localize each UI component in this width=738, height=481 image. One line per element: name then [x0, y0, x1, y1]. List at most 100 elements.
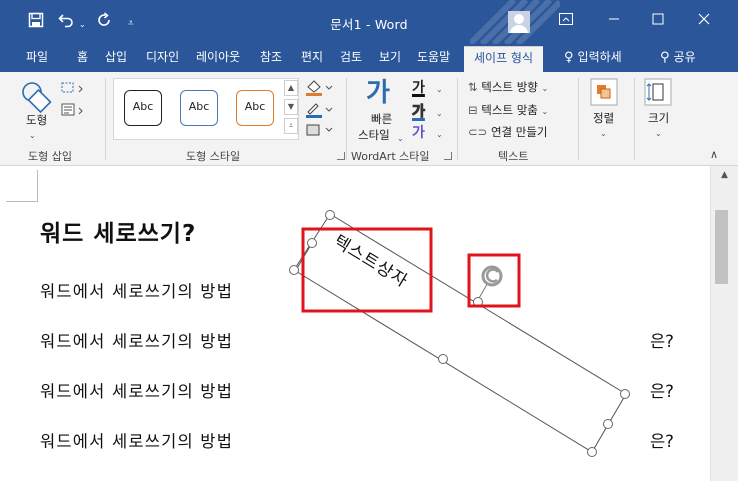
body-line-4[interactable]: 워드에서 세로쓰기의 방법 — [40, 428, 233, 452]
body-line-3-trailing[interactable]: 은? — [650, 378, 674, 402]
tab-file[interactable]: 파일 — [26, 49, 48, 65]
edit-shape-button[interactable] — [60, 80, 86, 99]
shape-effects-button[interactable] — [304, 122, 334, 142]
shapes-dropdown-icon[interactable]: ⌄ — [29, 131, 36, 140]
minimize-icon[interactable] — [604, 11, 624, 31]
text-direction-label: 텍스트 방향 — [481, 80, 538, 94]
collapse-ribbon-icon[interactable]: ∧ — [710, 148, 718, 162]
tab-view[interactable]: 보기 — [379, 49, 401, 65]
text-effects-icon: 가 — [412, 125, 425, 141]
shape-outline-button[interactable] — [304, 100, 334, 122]
scroll-thumb[interactable] — [715, 210, 728, 284]
vertical-scrollbar[interactable]: ▲ — [710, 166, 738, 481]
resize-handle-bottom[interactable] — [587, 447, 597, 457]
align-text-icon: ⊟ — [468, 103, 478, 117]
body-line-2[interactable]: 워드에서 세로쓰기의 방법 — [40, 328, 233, 352]
document-page[interactable]: 워드 세로쓰기? 워드에서 세로쓰기의 방법 워드에서 세로쓰기의 방법 워드에… — [0, 166, 710, 481]
body-line-3[interactable]: 워드에서 세로쓰기의 방법 — [40, 378, 233, 402]
ribbon-tabs: 파일 홈 삽입 디자인 레이아웃 참조 편지 검토 보기 도움말 세이프 형식 … — [0, 44, 738, 72]
text-outline-button[interactable]: 가 ⌄ — [412, 101, 443, 121]
draw-textbox-button[interactable] — [60, 102, 86, 121]
resize-handle-top-left[interactable] — [307, 238, 317, 248]
close-icon[interactable] — [694, 11, 714, 31]
text-direction-button[interactable]: ⇅ 텍스트 방향 ⌄ — [468, 80, 548, 96]
tab-layout[interactable]: 레이아웃 — [196, 49, 240, 65]
text-outline-dropdown-icon[interactable]: ⌄ — [436, 109, 443, 118]
ribbon: 도형 ⌄ 도형 삽입 Abc Abc Abc ▲ ▼ ⩡ 도형 스타일 가 빠른… — [0, 72, 738, 166]
shapes-label: 도형 — [26, 113, 48, 127]
shape-styles-group-label: 도형 스타일 — [186, 150, 241, 163]
wordart-launcher-icon[interactable] — [444, 152, 452, 160]
size-dropdown-icon[interactable]: ⌄ — [655, 129, 662, 138]
align-text-label: 텍스트 맞춤 — [481, 103, 538, 117]
tab-mailings[interactable]: 편지 — [301, 49, 323, 65]
tab-insert[interactable]: 삽입 — [105, 49, 127, 65]
gallery-more-icon[interactable]: ⩡ — [284, 118, 298, 134]
resize-handle-bottom-mid[interactable] — [438, 354, 448, 364]
text-direction-dropdown-icon: ⌄ — [541, 84, 549, 93]
align-text-dropdown-icon: ⌄ — [541, 107, 549, 116]
tab-help[interactable]: 도움말 — [417, 49, 450, 65]
title-bar: ⌄ ⩡ 문서1 - Word — [0, 0, 738, 44]
resize-handle-bottom-right[interactable] — [603, 419, 613, 429]
person-icon: ⚲ — [660, 50, 670, 65]
avatar[interactable] — [508, 11, 530, 33]
size-button[interactable] — [644, 78, 672, 110]
quick-styles-button[interactable]: 가 — [366, 78, 390, 108]
text-effects-button[interactable]: 가 ⌄ — [412, 122, 443, 142]
tell-me-label: 입력하세 — [577, 50, 622, 64]
shape-effects-icon — [306, 124, 333, 136]
edit-shape-icon — [61, 82, 83, 93]
shape-style-preset-2[interactable]: Abc — [180, 90, 218, 126]
arrange-button[interactable] — [590, 78, 618, 110]
wordart-group-label: WordArt 스타일 — [351, 150, 430, 163]
gallery-scroll-up-icon[interactable]: ▲ — [284, 80, 298, 96]
body-line-4-trailing[interactable]: 은? — [650, 428, 674, 452]
body-line-1[interactable]: 워드에서 세로쓰기의 방법 — [40, 278, 233, 302]
shape-style-preset-3[interactable]: Abc — [236, 90, 274, 126]
quick-styles-dropdown-icon[interactable]: ⌄ — [397, 134, 404, 143]
gallery-scroll-down-icon[interactable]: ▼ — [284, 99, 298, 115]
text-fill-dropdown-icon[interactable]: ⌄ — [436, 85, 443, 94]
shape-fill-button[interactable] — [304, 78, 334, 100]
shape-styles-launcher-icon[interactable] — [337, 152, 345, 160]
document-heading[interactable]: 워드 세로쓰기? — [40, 214, 196, 248]
tab-references[interactable]: 참조 — [260, 49, 282, 65]
link-icon: ⊂⊃ — [468, 125, 488, 139]
create-link-button[interactable]: ⊂⊃ 연결 만들기 — [468, 125, 548, 139]
resize-handle-top[interactable] — [325, 210, 335, 220]
shape-style-preset-1[interactable]: Abc — [124, 90, 162, 126]
pen-outline-icon — [306, 103, 333, 118]
margin-corner-mark — [6, 170, 38, 202]
tab-shape-format[interactable]: 세이프 형식 — [464, 46, 544, 72]
window-title: 문서1 - Word — [330, 17, 408, 32]
scroll-up-icon[interactable]: ▲ — [711, 166, 738, 184]
quick-styles-icon: 가 — [366, 78, 390, 108]
insert-shapes-group-label: 도형 삽입 — [28, 150, 72, 163]
tell-me-search[interactable]: ♀ 입력하세 — [564, 49, 622, 66]
text-effects-dropdown-icon[interactable]: ⌄ — [436, 130, 443, 139]
resize-handle-right[interactable] — [620, 389, 630, 399]
maximize-icon[interactable] — [648, 11, 668, 31]
quick-styles-label-line2: 스타일 — [358, 128, 390, 142]
arrange-dropdown-icon[interactable]: ⌄ — [600, 129, 607, 138]
tab-home[interactable]: 홈 — [77, 49, 88, 65]
resize-handle-left[interactable] — [289, 265, 299, 275]
tab-design[interactable]: 디자인 — [146, 49, 179, 65]
resize-handle-top-mid[interactable] — [473, 297, 483, 307]
lightbulb-icon: ♀ — [564, 50, 574, 65]
size-label: 크기 — [648, 111, 670, 125]
text-group-label: 텍스트 — [498, 150, 529, 163]
ribbon-display-options-icon[interactable] — [556, 11, 576, 31]
body-line-2-trailing[interactable]: 은? — [650, 328, 674, 352]
arrange-label: 정렬 — [593, 111, 615, 125]
tab-review[interactable]: 검토 — [340, 49, 362, 65]
align-text-button[interactable]: ⊟ 텍스트 맞춤 ⌄ — [468, 103, 548, 119]
size-icon — [644, 78, 672, 106]
share-button[interactable]: ⚲ 공유 — [660, 49, 696, 66]
textbox-icon — [61, 103, 83, 116]
text-direction-icon: ⇅ — [468, 80, 478, 94]
quick-styles-label-line1: 빠른 — [371, 112, 393, 126]
text-fill-button[interactable]: 가 ⌄ — [412, 77, 443, 97]
arrange-icon — [590, 78, 618, 106]
